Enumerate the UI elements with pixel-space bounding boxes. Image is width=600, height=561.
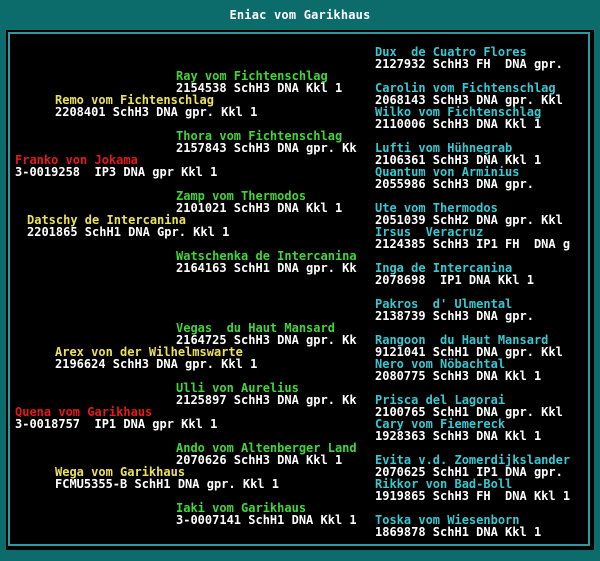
title-bar: Eniac vom Garikhaus (6, 4, 594, 26)
pedigree-window: Eniac vom Garikhaus Dux de Cuatro Flores… (0, 0, 600, 561)
gen4-dog-info: 2080775 SchH3 DNA Kkl 1 (375, 369, 542, 383)
gen4-dog-info: 1928363 SchH3 DNA Kkl 1 (375, 429, 542, 443)
gen4-dog-info: 2078698 IP1 DNA Kkl 1 (375, 273, 534, 287)
pedigree-pane: Dux de Cuatro Flores 2127932 SchH3 FH DN… (6, 30, 594, 550)
gen1-dog-info: 3-0018757 IP1 DNA gpr Kkl 1 (15, 417, 218, 431)
gen1-dog-info: 3-0019258 IP3 DNA gpr Kkl 1 (15, 165, 218, 179)
window-title: Eniac vom Garikhaus (229, 8, 371, 22)
gen3-dog-info: 2164163 SchH1 DNA gpr. Kk (176, 261, 357, 275)
gen4-dog-info: 2124385 SchH3 IP1 FH DNA g (375, 237, 571, 251)
gen4-dog-info: 2055986 SchH3 DNA gpr. (375, 177, 534, 191)
gen2-dog-info: 2208401 SchH3 DNA gpr. Kkl 1 (55, 105, 258, 119)
gen4-dog-info: 1919865 SchH3 FH DNA Kkl 1 (375, 489, 571, 503)
gen2-dog-info: 2201865 SchH1 DNA Gpr. Kkl 1 (27, 225, 230, 239)
gen3-dog-info: 2157843 SchH3 DNA gpr. Kk (176, 141, 357, 155)
gen3-dog-info: 2125897 SchH3 DNA gpr. Kk (176, 393, 357, 407)
gen2-dog-info: 2196624 SchH3 DNA gpr. Kkl 1 (55, 357, 258, 371)
gen4-dog-info: 2110006 SchH3 DNA Kkl 1 (375, 117, 542, 131)
gen4-dog-info: 2138739 SchH3 DNA gpr. (375, 309, 534, 323)
gen4-dog-info: 2127932 SchH3 FH DNA gpr. (375, 57, 563, 71)
gen3-dog-info: 3-0007141 SchH1 DNA Kkl 1 (176, 513, 357, 527)
gen2-dog-info: FCMU5355-B SchH1 DNA gpr. Kkl 1 (55, 477, 279, 491)
gen3-dog-info: 2101021 SchH3 DNA Kkl 1 (176, 201, 343, 215)
gen4-dog-info: 1869878 SchH1 DNA Kkl 1 (375, 525, 542, 539)
gen3-dog-info: 2070626 SchH3 DNA Kkl 1 (176, 453, 343, 467)
